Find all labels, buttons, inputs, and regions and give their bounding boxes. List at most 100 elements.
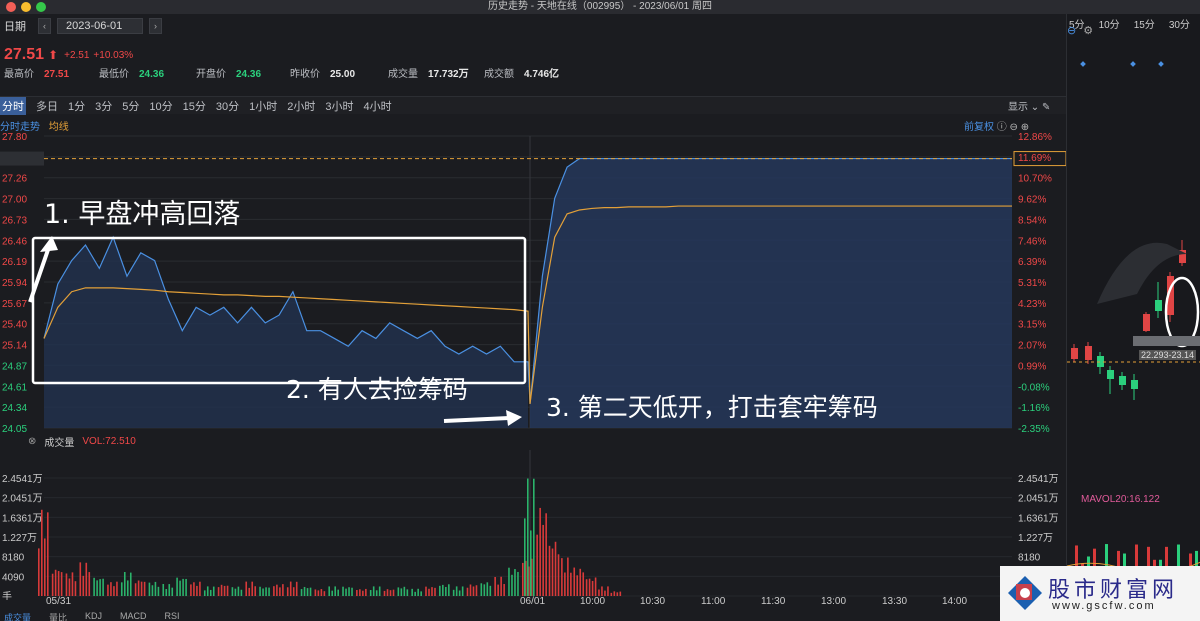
volume-bar (527, 478, 529, 596)
pct-tick-label: -2.35% (1018, 424, 1050, 432)
tab-3小时[interactable]: 3小时 (325, 98, 353, 114)
display-label: 显示 (1008, 102, 1028, 113)
side-candle-body (1143, 314, 1150, 331)
side-marker (1080, 61, 1086, 67)
volume-bar (530, 530, 532, 596)
close-window-button[interactable] (6, 2, 16, 12)
volume-bar (576, 575, 579, 596)
pct-tick-label: 8.54% (1018, 215, 1046, 226)
next-date-button[interactable]: › (149, 18, 162, 34)
vol-tick-label: 1.6361万 (2, 513, 43, 524)
side-kline-chart[interactable] (1067, 14, 1200, 621)
stat-label: 开盘价 (196, 68, 226, 80)
price-tick-label: 26.46 (2, 236, 27, 247)
volume-bar (511, 574, 513, 596)
close-volume-icon[interactable]: ⊗ (28, 436, 36, 447)
tab-2小时[interactable]: 2小时 (287, 98, 315, 114)
tab-1小时[interactable]: 1小时 (249, 98, 277, 114)
tab-30分[interactable]: 30分 (216, 98, 239, 114)
tab-15分[interactable]: 15分 (183, 98, 206, 114)
tab-1分[interactable]: 1分 (68, 98, 85, 114)
volume-bar (57, 571, 60, 596)
current-price: 27.51 (4, 46, 45, 63)
price-tick-label: 27.00 (2, 195, 27, 206)
volume-bar (533, 478, 535, 596)
price-tick-label: 25.40 (2, 320, 27, 331)
vol-tick-label: 4090 (2, 572, 25, 583)
volume-bar (51, 573, 54, 596)
pct-tick-label: 2.07% (1018, 341, 1046, 352)
indicator-tab-4[interactable]: RSI (165, 611, 180, 621)
volume-chart[interactable]: 2.4541万2.0451万1.6361万1.227万81804090手2.45… (0, 450, 1066, 600)
price-change: +2.51 (64, 49, 90, 61)
indicator-tabs: 成交量 量比 KDJ MACD RSI (0, 611, 1066, 621)
side-candle-body (1155, 300, 1162, 311)
stat-1: 最低价 24.36 (99, 65, 164, 80)
indicator-tab-2[interactable]: KDJ (85, 611, 102, 621)
window-controls (6, 2, 46, 12)
pct-tick-label: 0.99% (1018, 361, 1046, 372)
stat-label: 最高价 (4, 68, 34, 80)
pct-tick-label: 6.39% (1018, 257, 1046, 268)
volume-bar (554, 541, 557, 596)
vol-tick-label-right: 1.227万 (1018, 533, 1053, 544)
indicator-tab-3[interactable]: MACD (120, 611, 147, 621)
side-candle-body (1131, 380, 1138, 389)
stat-value: 4.746亿 (524, 68, 560, 80)
price-chart[interactable]: 27.8012.86%27.5111.69%27.2610.70%27.009.… (0, 132, 1066, 432)
prev-date-button[interactable]: ‹ (38, 18, 51, 34)
volume-bar (123, 572, 126, 596)
time-tick-label: 14:00 (942, 596, 967, 607)
indicator-tab-0[interactable]: 成交量 (4, 611, 31, 621)
watermark-url: www.gscfw.com (1052, 600, 1156, 612)
pct-tick-label: 9.62% (1018, 195, 1046, 206)
price-tick-label: 27.26 (2, 174, 27, 185)
annotation-2: 2. 有人去捡筹码 (286, 375, 468, 404)
tab-10分[interactable]: 10分 (149, 98, 172, 114)
tab-多日[interactable]: 多日 (36, 98, 58, 114)
vol-tick-label-right: 2.0451万 (1018, 494, 1059, 505)
vol-tick-label: 2.0451万 (2, 494, 43, 505)
volume-title[interactable]: 成交量 (44, 434, 74, 449)
window-title: 历史走势 - 天地在线（002995） - 2023/06/01 周四 (488, 1, 712, 12)
date-input[interactable]: 2023-06-01 (57, 18, 143, 34)
tab-5分[interactable]: 5分 (122, 98, 139, 114)
chart-legend: 分时走势 均线 (0, 118, 69, 133)
stat-value: 25.00 (330, 68, 356, 80)
display-menu[interactable]: 显示 ⌄ ✎ (1008, 98, 1050, 113)
time-tick-label: 13:00 (821, 596, 846, 607)
pct-tick-label: 5.31% (1018, 278, 1046, 289)
volume-bar (517, 571, 519, 596)
volume-bar (44, 538, 46, 596)
pct-tick-label: 11.69% (1018, 153, 1051, 164)
price-tick-label: 24.87 (2, 361, 27, 372)
volume-bar (38, 548, 40, 596)
annotation-3: 3. 第二天低开，打击套牢筹码 (546, 393, 878, 422)
minimize-window-button[interactable] (21, 2, 31, 12)
volume-bar (524, 518, 526, 596)
pct-tick-label: 7.46% (1018, 236, 1046, 247)
volume-bar (551, 548, 554, 596)
volume-bar (561, 558, 563, 596)
price-tick-label: 26.19 (2, 257, 27, 268)
chart-window: 日期 ‹ 2023-06-01 › 27.51 ⬆ +2.51 +10.03% … (0, 14, 1066, 621)
vol-tick-label: 8180 (2, 553, 25, 564)
volume-bar (514, 569, 516, 596)
volume-bar (60, 572, 63, 596)
tab-3分[interactable]: 3分 (95, 98, 112, 114)
maximize-window-button[interactable] (36, 2, 46, 12)
price-tick-label: 26.73 (2, 215, 27, 226)
vol-tick-label-right: 1.6361万 (1018, 513, 1059, 524)
volume-bar (85, 562, 88, 596)
volume-bar (65, 573, 68, 596)
indicator-tab-1[interactable]: 量比 (49, 611, 67, 621)
side-kline-panel: 5分 10分 15分 30分 ⊖ ⚙ 22.293-23.14 MAVOL20:16.… (1066, 14, 1200, 621)
stat-label: 成交额 (484, 68, 514, 80)
time-axis: 05/31 06/01 10:00 10:30 11:00 11:30 13:00 13:30… (46, 596, 1027, 607)
restore-toggle[interactable]: 前复权 ⓘ ⊖ ⊕ (964, 118, 1029, 133)
side-marker (1130, 61, 1136, 67)
tab-分时[interactable]: 分时 (0, 96, 26, 115)
pct-tick-label: 4.23% (1018, 299, 1046, 310)
tab-4小时[interactable]: 4小时 (364, 98, 392, 114)
volume-bar (88, 572, 91, 596)
